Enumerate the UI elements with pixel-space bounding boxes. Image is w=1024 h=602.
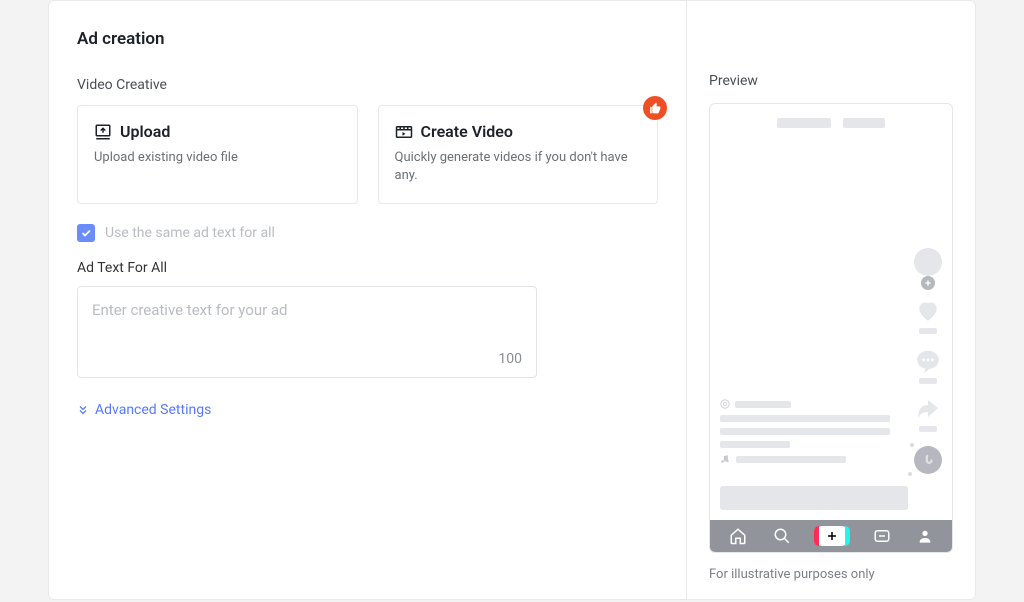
- upload-title-text: Upload: [120, 122, 170, 141]
- skeleton-bar: [777, 118, 831, 128]
- upload-card[interactable]: Upload Upload existing video file: [77, 105, 358, 204]
- phone-top-tabs: [710, 104, 952, 134]
- video-icon: [395, 123, 413, 141]
- same-text-row: Use the same ad text for all: [77, 224, 658, 242]
- skeleton-bar: [735, 401, 791, 408]
- comment-icon: [915, 348, 941, 384]
- create-video-card-desc: Quickly generate videos if you don't hav…: [395, 149, 642, 185]
- phone-body: [710, 134, 952, 520]
- cta-skeleton: [720, 486, 908, 510]
- add-post-button: [817, 526, 847, 546]
- left-column: Ad creation Video Creative Upload Upload…: [49, 1, 687, 599]
- ad-text-wrap: 100: [77, 286, 537, 378]
- music-note-icon: [720, 454, 730, 464]
- upload-card-desc: Upload existing video file: [94, 149, 341, 167]
- create-video-card[interactable]: Create Video Quickly generate videos if …: [378, 105, 659, 204]
- record-icon: [914, 446, 942, 474]
- advanced-settings-toggle[interactable]: Advanced Settings: [77, 402, 211, 418]
- home-icon: [729, 527, 747, 545]
- right-column: Preview: [687, 1, 975, 599]
- phone-bottom-nav: [710, 520, 952, 552]
- search-icon: [773, 527, 791, 545]
- same-text-label: Use the same ad text for all: [105, 225, 275, 241]
- chevron-double-down-icon: [77, 404, 89, 416]
- ad-text-label: Ad Text For All: [77, 260, 658, 276]
- thumbs-up-badge: [643, 96, 667, 120]
- skeleton-bar: [843, 118, 885, 128]
- caption-area: [720, 399, 890, 464]
- skeleton-bar: [720, 441, 790, 448]
- upload-card-title: Upload: [94, 122, 341, 141]
- same-text-checkbox[interactable]: [77, 224, 95, 242]
- music-row: [720, 454, 890, 464]
- preview-label: Preview: [709, 73, 953, 89]
- inbox-icon: [873, 527, 891, 545]
- phone-preview: [709, 103, 953, 553]
- share-icon: [915, 398, 941, 432]
- skeleton-bar: [720, 415, 890, 422]
- skeleton-bar: [736, 456, 846, 463]
- create-title-text: Create Video: [421, 122, 513, 141]
- ad-creation-panel: Ad creation Video Creative Upload Upload…: [48, 0, 976, 600]
- char-counter: 100: [498, 351, 522, 367]
- side-actions: [914, 248, 942, 474]
- creative-cards: Upload Upload existing video file: [77, 105, 658, 204]
- upload-icon: [94, 123, 112, 141]
- profile-icon: [917, 528, 933, 544]
- video-creative-label: Video Creative: [77, 77, 658, 93]
- avatar-icon: [914, 248, 942, 284]
- create-video-card-title: Create Video: [395, 122, 642, 141]
- like-icon: [915, 298, 941, 334]
- page-title: Ad creation: [77, 29, 658, 49]
- advanced-settings-label: Advanced Settings: [95, 402, 211, 418]
- plus-icon: [921, 276, 935, 290]
- ad-text-input[interactable]: [92, 301, 522, 351]
- preview-footnote: For illustrative purposes only: [709, 567, 953, 582]
- skeleton-bar: [720, 428, 890, 435]
- at-icon: [720, 399, 730, 409]
